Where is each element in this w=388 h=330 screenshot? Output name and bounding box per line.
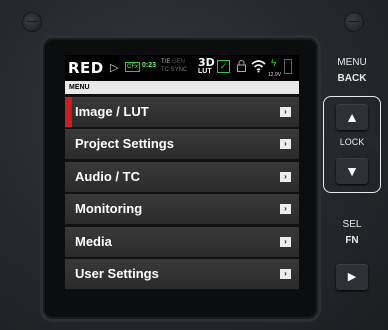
screw-icon	[22, 12, 42, 32]
brand-arrow-icon: ▷	[110, 62, 119, 74]
lock-icon	[237, 60, 246, 72]
menu-item-project-settings[interactable]: Project Settings ›	[65, 129, 299, 160]
timecode-status: T/E GEN TC SYNC	[161, 59, 188, 73]
chevron-right-icon: ›	[280, 204, 291, 215]
battery-icon	[284, 59, 292, 74]
back-button-label: BACK	[337, 73, 367, 84]
fn-button-label: FN	[345, 235, 359, 246]
status-bar: RED ▷ CFx 0:23 T/E GEN TC SYNC 3D LUT ✓ …	[65, 55, 299, 81]
3d-badge: 3D	[198, 56, 215, 69]
menu-item-monitoring[interactable]: Monitoring ›	[65, 194, 299, 225]
menu-header: MENU	[65, 81, 299, 94]
bolt-icon: ϟ	[271, 58, 277, 69]
menu-item-media[interactable]: Media ›	[65, 226, 299, 257]
menu-list: Image / LUT › Project Settings › Audio /…	[65, 97, 299, 291]
menu-item-label: User Settings	[75, 265, 159, 281]
screw-icon	[344, 12, 364, 32]
chevron-right-icon: ›	[280, 236, 291, 247]
menu-button[interactable]: MENU	[322, 57, 382, 68]
record-timer: 0:23	[142, 62, 157, 69]
menu-item-label: Monitoring	[75, 201, 143, 217]
chevron-right-icon: ›	[280, 268, 291, 279]
menu-item-label: Project Settings	[75, 136, 174, 152]
chevron-right-icon: ›	[280, 139, 291, 150]
lock-label: LOCK	[326, 136, 378, 149]
chevron-right-icon: ›	[280, 107, 291, 117]
codec-badge: CFx	[125, 62, 140, 72]
up-button[interactable]: ▲	[336, 104, 368, 130]
sel-button[interactable]: SEL	[322, 219, 382, 230]
menu-item-label: Audio / TC	[75, 168, 140, 184]
down-button[interactable]: ▼	[336, 158, 368, 184]
menu-item-image-lut[interactable]: Image / LUT ›	[65, 97, 299, 127]
red-logo: RED	[68, 59, 104, 77]
voltage-readout: 12.9V	[268, 72, 282, 78]
wifi-icon	[251, 60, 266, 73]
menu-item-audio-tc[interactable]: Audio / TC ›	[65, 161, 299, 192]
menu-item-label: Media	[75, 233, 112, 249]
play-button[interactable]: ▶	[336, 264, 368, 290]
check-icon: ✓	[217, 60, 230, 73]
menu-item-label: Image / LUT	[75, 104, 149, 119]
lcd-screen: RED ▷ CFx 0:23 T/E GEN TC SYNC 3D LUT ✓ …	[65, 55, 299, 291]
chevron-right-icon: ›	[280, 171, 291, 182]
lut-badge: LUT	[198, 68, 212, 75]
menu-item-user-settings[interactable]: User Settings ›	[65, 258, 299, 289]
